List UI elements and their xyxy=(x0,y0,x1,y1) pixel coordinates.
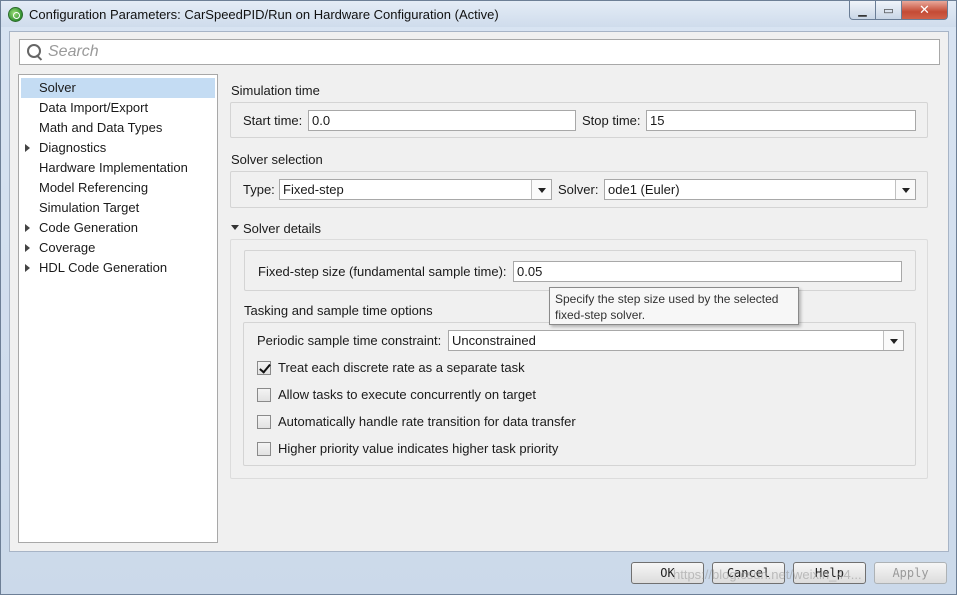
fixed-step-size-field[interactable]: 0.05 xyxy=(513,261,902,282)
solver-selection-title: Solver selection xyxy=(231,152,323,167)
category-tree: Solver Data Import/Export Math and Data … xyxy=(18,74,218,543)
tree-item-code-generation[interactable]: Code Generation xyxy=(21,218,215,238)
chevron-down-icon[interactable] xyxy=(883,331,903,350)
collapse-arrow-icon[interactable] xyxy=(231,225,239,230)
priority-label: Higher priority value indicates higher t… xyxy=(278,441,559,456)
search-input[interactable] xyxy=(46,41,939,63)
maximize-button[interactable]: ▭ xyxy=(876,1,902,20)
tree-item-label: Solver xyxy=(39,80,76,95)
tooltip-line-2: fixed-step solver. xyxy=(555,308,646,322)
solver-selection-group: Type: Fixed-step Solver: ode1 (Euler) xyxy=(230,171,928,208)
solver-details-group: Fixed-step size (fundamental sample time… xyxy=(230,239,928,479)
step-size-tooltip: Specify the step size used by the select… xyxy=(549,287,799,325)
concurrent-tasks-checkbox[interactable] xyxy=(257,388,271,402)
simulation-time-group: Start time: 0.0 Stop time: 15 xyxy=(230,102,928,138)
minimize-icon: ▁ xyxy=(858,4,867,17)
constraint-dropdown-value: Unconstrained xyxy=(452,333,536,348)
window-controls: ▁ ▭ ✕ xyxy=(849,1,948,20)
maximize-icon: ▭ xyxy=(883,4,894,17)
tree-list: Solver Data Import/Export Math and Data … xyxy=(19,75,217,278)
constraint-dropdown[interactable]: Unconstrained xyxy=(448,330,904,351)
tasking-title: Tasking and sample time options xyxy=(244,303,433,318)
solver-dropdown-value: ode1 (Euler) xyxy=(608,182,680,197)
close-button[interactable]: ✕ xyxy=(902,1,948,20)
tree-item-simulation-target[interactable]: Simulation Target xyxy=(21,198,215,218)
ok-button[interactable]: OK xyxy=(631,562,704,584)
tree-item-hardware-implementation[interactable]: Hardware Implementation xyxy=(21,158,215,178)
expand-arrow-icon[interactable] xyxy=(25,144,30,152)
expand-arrow-icon[interactable] xyxy=(25,224,30,232)
start-time-label: Start time: xyxy=(243,113,303,128)
close-icon: ✕ xyxy=(919,2,930,17)
simulation-time-title: Simulation time xyxy=(231,83,320,98)
title-bar[interactable]: Configuration Parameters: CarSpeedPID/Ru… xyxy=(1,1,956,27)
search-icon xyxy=(24,41,46,63)
chevron-down-icon[interactable] xyxy=(895,180,915,199)
tree-item-label: HDL Code Generation xyxy=(39,260,168,275)
chevron-down-icon[interactable] xyxy=(531,180,551,199)
tree-item-label: Coverage xyxy=(39,240,96,255)
solver-label: Solver: xyxy=(558,182,599,197)
config-window: Configuration Parameters: CarSpeedPID/Ru… xyxy=(0,0,957,595)
step-size-group: Fixed-step size (fundamental sample time… xyxy=(244,250,916,291)
tree-item-label: Math and Data Types xyxy=(39,120,163,135)
rate-transition-checkbox[interactable] xyxy=(257,415,271,429)
rate-transition-label: Automatically handle rate transition for… xyxy=(278,414,576,429)
tree-item-solver[interactable]: Solver xyxy=(21,78,215,98)
expand-arrow-icon[interactable] xyxy=(25,264,30,272)
expand-arrow-icon[interactable] xyxy=(25,244,30,252)
tree-item-diagnostics[interactable]: Diagnostics xyxy=(21,138,215,158)
tree-item-label: Data Import/Export xyxy=(39,100,149,115)
stop-time-label: Stop time: xyxy=(582,113,641,128)
tree-item-math-and-data-types[interactable]: Math and Data Types xyxy=(21,118,215,138)
fixed-step-size-label: Fixed-step size (fundamental sample time… xyxy=(258,264,507,279)
start-time-field[interactable]: 0.0 xyxy=(308,110,576,131)
tree-item-label: Hardware Implementation xyxy=(39,160,188,175)
tree-item-coverage[interactable]: Coverage xyxy=(21,238,215,258)
tasking-group: Periodic sample time constraint: Unconst… xyxy=(243,322,916,466)
tree-item-label: Simulation Target xyxy=(39,200,140,215)
simulink-app-icon xyxy=(8,6,23,22)
tree-item-label: Model Referencing xyxy=(39,180,149,195)
apply-button[interactable]: Apply xyxy=(874,562,947,584)
solver-dropdown[interactable]: ode1 (Euler) xyxy=(604,179,916,200)
cancel-button[interactable]: Cancel xyxy=(712,562,785,584)
stop-time-field[interactable]: 15 xyxy=(646,110,916,131)
minimize-button[interactable]: ▁ xyxy=(849,1,876,20)
tree-item-label: Diagnostics xyxy=(39,140,107,155)
tooltip-line-1: Specify the step size used by the select… xyxy=(555,292,779,306)
search-bar xyxy=(19,39,940,65)
constraint-label: Periodic sample time constraint: xyxy=(257,333,442,348)
concurrent-tasks-label: Allow tasks to execute concurrently on t… xyxy=(278,387,536,402)
tree-item-label: Code Generation xyxy=(39,220,139,235)
solver-details-title[interactable]: Solver details xyxy=(243,221,321,236)
window-title: Configuration Parameters: CarSpeedPID/Ru… xyxy=(29,6,499,22)
tree-item-model-referencing[interactable]: Model Referencing xyxy=(21,178,215,198)
type-dropdown-value: Fixed-step xyxy=(283,182,344,197)
type-label: Type: xyxy=(243,182,275,197)
help-button[interactable]: Help xyxy=(793,562,866,584)
separate-task-label: Treat each discrete rate as a separate t… xyxy=(278,360,525,375)
tree-item-data-import-export[interactable]: Data Import/Export xyxy=(21,98,215,118)
tree-item-hdl-code-generation[interactable]: HDL Code Generation xyxy=(21,258,215,278)
type-dropdown[interactable]: Fixed-step xyxy=(279,179,552,200)
separate-task-checkbox[interactable] xyxy=(257,361,271,375)
priority-checkbox[interactable] xyxy=(257,442,271,456)
